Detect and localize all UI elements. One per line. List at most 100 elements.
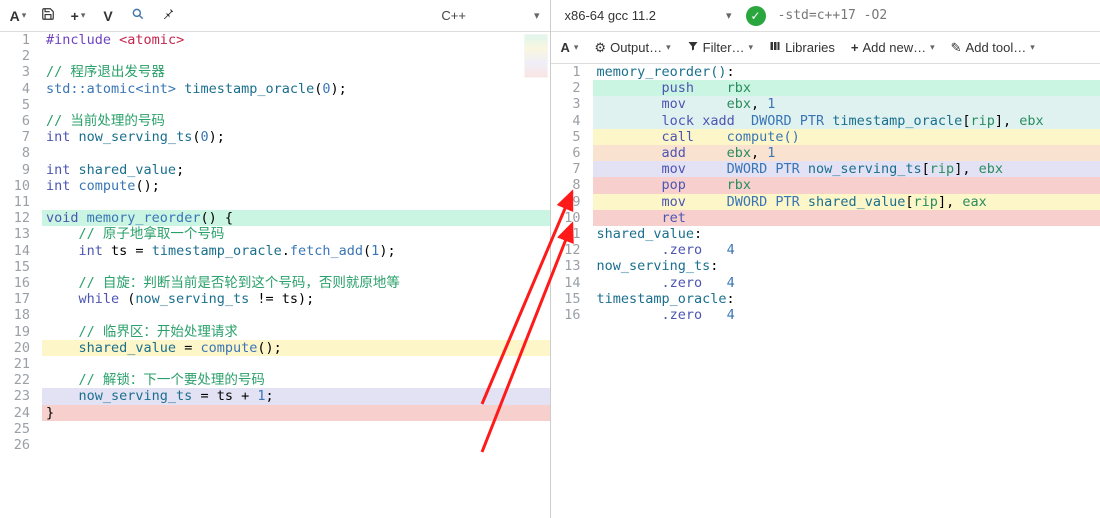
- code-content: now_serving_ts:: [593, 258, 1100, 274]
- code-line[interactable]: 1#include <atomic>: [0, 32, 550, 48]
- source-editor[interactable]: 1#include <atomic>23// 程序退出发号器4std::atom…: [0, 32, 550, 518]
- filter-button[interactable]: Filter…▾: [681, 36, 759, 59]
- code-line[interactable]: 19 // 临界区：开始处理请求: [0, 324, 550, 340]
- save-icon: [41, 7, 55, 24]
- code-content: pop rbx: [593, 177, 1100, 193]
- code-content: int ts = timestamp_oracle.fetch_add(1);: [42, 243, 550, 259]
- code-line[interactable]: 8: [0, 145, 550, 161]
- pin-button[interactable]: [154, 3, 182, 29]
- line-number: 13: [0, 226, 42, 242]
- code-content: mov ebx, 1: [593, 96, 1100, 112]
- code-line[interactable]: 2: [0, 48, 550, 64]
- code-line[interactable]: 14 int ts = timestamp_oracle.fetch_add(1…: [0, 243, 550, 259]
- code-content: add ebx, 1: [593, 145, 1100, 161]
- code-line[interactable]: 22 // 解锁：下一个要处理的号码: [0, 372, 550, 388]
- code-line[interactable]: 18: [0, 307, 550, 323]
- vim-button[interactable]: V: [94, 3, 122, 29]
- line-number: 12: [0, 210, 42, 226]
- code-line[interactable]: 5 call compute(): [551, 129, 1100, 145]
- code-line[interactable]: 9int shared_value;: [0, 162, 550, 178]
- code-content: [42, 145, 550, 161]
- line-number: 1: [551, 64, 593, 80]
- font-size-button[interactable]: A▾: [555, 36, 585, 59]
- code-line[interactable]: 25: [0, 421, 550, 437]
- code-line[interactable]: 3// 程序退出发号器: [0, 64, 550, 80]
- code-content: int compute();: [42, 178, 550, 194]
- code-content: [42, 194, 550, 210]
- code-line[interactable]: 3 mov ebx, 1: [551, 96, 1100, 112]
- add-tool-button[interactable]: ✎Add tool…▾: [945, 36, 1041, 60]
- line-number: 11: [0, 194, 42, 210]
- code-line[interactable]: 23 now_serving_ts = ts + 1;: [0, 388, 550, 404]
- line-number: 18: [0, 307, 42, 323]
- code-line[interactable]: 7 mov DWORD PTR now_serving_ts[rip], ebx: [551, 161, 1100, 177]
- code-content: int now_serving_ts(0);: [42, 129, 550, 145]
- line-number: 17: [0, 291, 42, 307]
- code-line[interactable]: 5: [0, 97, 550, 113]
- code-line[interactable]: 10 ret: [551, 210, 1100, 226]
- code-line[interactable]: 20 shared_value = compute();: [0, 340, 550, 356]
- code-line[interactable]: 21: [0, 356, 550, 372]
- code-line[interactable]: 8 pop rbx: [551, 177, 1100, 193]
- code-line[interactable]: 17 while (now_serving_ts != ts);: [0, 291, 550, 307]
- code-line[interactable]: 1memory_reorder():: [551, 64, 1100, 80]
- code-line[interactable]: 4 lock xadd DWORD PTR timestamp_oracle[r…: [551, 113, 1100, 129]
- code-content: .zero 4: [593, 242, 1100, 258]
- code-content: now_serving_ts = ts + 1;: [42, 388, 550, 404]
- line-number: 5: [0, 97, 42, 113]
- code-line[interactable]: 13now_serving_ts:: [551, 258, 1100, 274]
- code-line[interactable]: 11shared_value:: [551, 226, 1100, 242]
- search-button[interactable]: [124, 3, 152, 29]
- line-number: 23: [0, 388, 42, 404]
- line-number: 4: [0, 81, 42, 97]
- code-content: while (now_serving_ts != ts);: [42, 291, 550, 307]
- pin-icon: [161, 7, 175, 24]
- add-button[interactable]: +▾: [64, 3, 92, 29]
- save-button[interactable]: [34, 3, 62, 29]
- code-content: ret: [593, 210, 1100, 226]
- code-line[interactable]: 26: [0, 437, 550, 453]
- code-content: std::atomic<int> timestamp_oracle(0);: [42, 81, 550, 97]
- line-number: 25: [0, 421, 42, 437]
- code-line[interactable]: 12void memory_reorder() {: [0, 210, 550, 226]
- code-content: timestamp_oracle:: [593, 291, 1100, 307]
- code-line[interactable]: 9 mov DWORD PTR shared_value[rip], eax: [551, 194, 1100, 210]
- code-line[interactable]: 2 push rbx: [551, 80, 1100, 96]
- line-number: 22: [0, 372, 42, 388]
- code-line[interactable]: 10int compute();: [0, 178, 550, 194]
- output-button[interactable]: ⚙Output…▾: [588, 36, 676, 60]
- code-content: push rbx: [593, 80, 1100, 96]
- code-line[interactable]: 6 add ebx, 1: [551, 145, 1100, 161]
- asm-editor[interactable]: 1memory_reorder():2 push rbx3 mov ebx, 1…: [551, 64, 1100, 518]
- language-selector[interactable]: C++: [431, 4, 526, 27]
- minimap[interactable]: [524, 34, 548, 78]
- line-number: 7: [551, 161, 593, 177]
- code-line[interactable]: 16 // 自旋：判断当前是否轮到这个号码，否则就原地等: [0, 275, 550, 291]
- code-line[interactable]: 15: [0, 259, 550, 275]
- code-line[interactable]: 4std::atomic<int> timestamp_oracle(0);: [0, 81, 550, 97]
- source-toolbar: A▾ +▾ V C++ ▾: [0, 0, 550, 32]
- plus-icon: +: [851, 40, 859, 55]
- code-content: // 当前处理的号码: [42, 113, 550, 129]
- chevron-down-icon[interactable]: ▾: [534, 9, 540, 22]
- line-number: 20: [0, 340, 42, 356]
- code-line[interactable]: 14 .zero 4: [551, 275, 1100, 291]
- libraries-button[interactable]: Libraries: [763, 36, 841, 59]
- code-line[interactable]: 12 .zero 4: [551, 242, 1100, 258]
- compiler-options-input[interactable]: -std=c++17 -O2: [772, 6, 1094, 25]
- code-line[interactable]: 15timestamp_oracle:: [551, 291, 1100, 307]
- code-content: // 临界区：开始处理请求: [42, 324, 550, 340]
- code-line[interactable]: 6// 当前处理的号码: [0, 113, 550, 129]
- code-line[interactable]: 11: [0, 194, 550, 210]
- code-content: memory_reorder():: [593, 64, 1100, 80]
- code-line[interactable]: 13 // 原子地拿取一个号码: [0, 226, 550, 242]
- code-content: }: [42, 405, 550, 421]
- line-number: 8: [551, 177, 593, 193]
- font-size-button[interactable]: A▾: [4, 3, 32, 29]
- code-line[interactable]: 7int now_serving_ts(0);: [0, 129, 550, 145]
- add-new-button[interactable]: +Add new…▾: [845, 36, 941, 59]
- code-content: .zero 4: [593, 275, 1100, 291]
- code-line[interactable]: 24}: [0, 405, 550, 421]
- code-line[interactable]: 16 .zero 4: [551, 307, 1100, 323]
- compiler-selector[interactable]: x86-64 gcc 11.2 ▾: [557, 4, 740, 27]
